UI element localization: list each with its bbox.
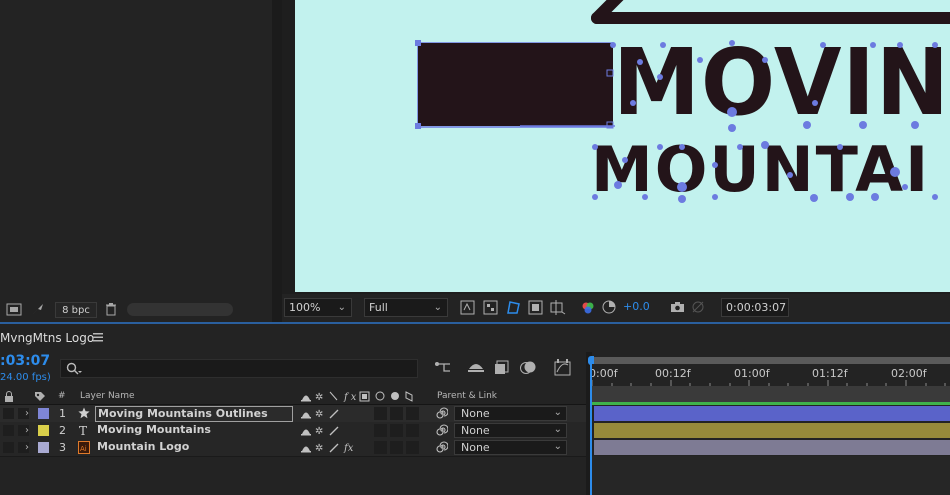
trash-icon[interactable] [105, 302, 117, 319]
work-area-green-line [592, 402, 950, 405]
chevron-down-icon: ⌄ [553, 424, 562, 435]
svg-text:fx: fx [343, 443, 354, 454]
svg-text:✲: ✲ [315, 443, 323, 454]
motion-blur-icon[interactable] [520, 360, 537, 378]
label-color-swatch[interactable] [38, 425, 49, 436]
ai-file-icon: Ai [78, 441, 90, 459]
parent-dropdown[interactable]: None ⌄ [454, 406, 567, 421]
time-navigator-bar[interactable] [592, 357, 950, 364]
search-icon [66, 362, 82, 378]
transparency-grid-icon[interactable] [483, 300, 498, 318]
chevron-down-icon: ⌄ [433, 302, 442, 313]
fast-previews-icon[interactable] [460, 300, 475, 318]
layer-number: 2 [59, 424, 66, 437]
table-row[interactable]: › 1 Moving Mountains Outlines ✲ None ⌄ [0, 405, 590, 423]
composition-mini-flowchart-icon[interactable] [434, 360, 452, 377]
switch-box[interactable] [390, 424, 403, 437]
resolution-value: Full [369, 301, 388, 314]
show-snapshot-icon[interactable] [691, 300, 706, 317]
timeline-tab-title[interactable]: MvngMtns Logo [0, 331, 94, 345]
parent-dropdown[interactable]: None ⌄ [454, 423, 567, 438]
exposure-value[interactable]: +0.0 [623, 300, 650, 313]
chevron-down-icon: ⌄ [337, 302, 346, 313]
table-row[interactable]: › 3 Ai Mountain Logo ✲ fx None ⌄ [0, 439, 590, 457]
timeline-empty-area [592, 456, 950, 495]
switch-box[interactable] [390, 441, 403, 454]
switches-row-icons[interactable]: ✲ fx [300, 441, 360, 459]
layer-name[interactable]: Moving Mountains [95, 423, 287, 437]
table-row[interactable]: › 2 T Moving Mountains ✲ None ⌄ [0, 422, 590, 440]
chevron-down-icon: ⌄ [553, 407, 562, 418]
svg-text:T: T [79, 424, 87, 436]
label-color-swatch[interactable] [38, 442, 49, 453]
work-area-bar[interactable] [592, 386, 950, 402]
time-ruler[interactable]: 0:00f 00:12f 01:00f 01:12f 02:00f [592, 364, 950, 386]
parent-value: None [461, 424, 490, 437]
svg-text:✲: ✲ [315, 409, 323, 420]
visibility-toggle[interactable] [3, 425, 14, 436]
parent-value: None [461, 441, 490, 454]
layer-number-header: # [58, 391, 66, 401]
panel-menu-icon[interactable] [93, 332, 103, 345]
logo-line2-text: MOUNTAI [591, 133, 931, 206]
project-toolbar: 8 bpc [0, 299, 272, 321]
chevron-down-icon: ⌄ [553, 441, 562, 452]
visibility-toggle[interactable] [3, 442, 14, 453]
parent-value: None [461, 407, 490, 420]
layer-name[interactable]: Moving Mountains Outlines [95, 406, 293, 422]
layer-search-field[interactable] [60, 359, 418, 378]
expand-chevron-icon[interactable]: › [25, 422, 29, 439]
panel-divider[interactable] [272, 0, 282, 322]
switch-box[interactable] [406, 424, 419, 437]
layer-number: 3 [59, 441, 66, 454]
parent-dropdown[interactable]: None ⌄ [454, 440, 567, 455]
switch-box[interactable] [374, 441, 387, 454]
bit-depth-button[interactable]: 8 bpc [55, 302, 97, 318]
layer-name[interactable]: Mountain Logo [95, 440, 287, 454]
frame-blending-icon[interactable] [494, 360, 510, 378]
mask-visibility-icon[interactable] [506, 300, 521, 318]
switch-box[interactable] [406, 407, 419, 420]
visibility-toggle[interactable] [3, 408, 14, 419]
magnification-dropdown[interactable]: 100% ⌄ [284, 298, 352, 317]
layer-duration-bar[interactable] [594, 406, 950, 421]
resolution-dropdown[interactable]: Full ⌄ [364, 298, 448, 317]
switch-box[interactable] [406, 441, 419, 454]
label-color-swatch[interactable] [38, 408, 49, 419]
snapshot-camera-icon[interactable] [670, 301, 685, 316]
render-queue-icon[interactable] [31, 302, 45, 319]
expand-chevron-icon[interactable]: › [25, 405, 29, 422]
svg-text:✲: ✲ [315, 426, 323, 437]
layer-duration-bar[interactable] [594, 423, 950, 438]
svg-text:Ai: Ai [80, 445, 87, 453]
current-time-display[interactable]: :03:07 [0, 353, 50, 369]
composition-canvas[interactable]: MOVIN MOUNTAI [295, 0, 950, 292]
layer-duration-bar[interactable] [594, 440, 950, 455]
layer-number: 1 [59, 407, 66, 420]
logo-line1-text: MOVIN [613, 29, 950, 136]
project-scrollbar[interactable] [127, 303, 233, 316]
svg-text:fx: fx [343, 392, 359, 403]
switch-box[interactable] [390, 407, 403, 420]
svg-text:✲: ✲ [315, 392, 326, 403]
switch-box[interactable] [374, 407, 387, 420]
magnification-value: 100% [289, 301, 321, 314]
viewer-timecode[interactable]: 0:00:03:07 [721, 298, 789, 317]
pick-whip-icon[interactable] [436, 441, 449, 458]
layer-name-header[interactable]: Layer Name [80, 391, 135, 401]
guides-icon[interactable] [550, 300, 566, 318]
region-of-interest-icon[interactable] [528, 300, 543, 318]
switch-box[interactable] [374, 424, 387, 437]
project-panel [0, 0, 272, 322]
shy-layers-icon[interactable] [467, 360, 485, 377]
graph-editor-icon[interactable] [554, 359, 572, 379]
color-channels-icon[interactable] [581, 301, 595, 318]
layer-column-headers: # Layer Name ✲ fx Parent & Link [0, 389, 590, 405]
interpret-footage-icon[interactable] [6, 303, 22, 319]
reset-exposure-icon[interactable] [602, 300, 616, 317]
frame-rate-label: 24.00 fps) [0, 372, 51, 383]
parent-link-header[interactable]: Parent & Link [437, 391, 497, 401]
viewer-toolbar: 100% ⌄ Full ⌄ +0.0 0:00:03:07 [282, 296, 950, 320]
expand-chevron-icon[interactable]: › [25, 439, 29, 456]
